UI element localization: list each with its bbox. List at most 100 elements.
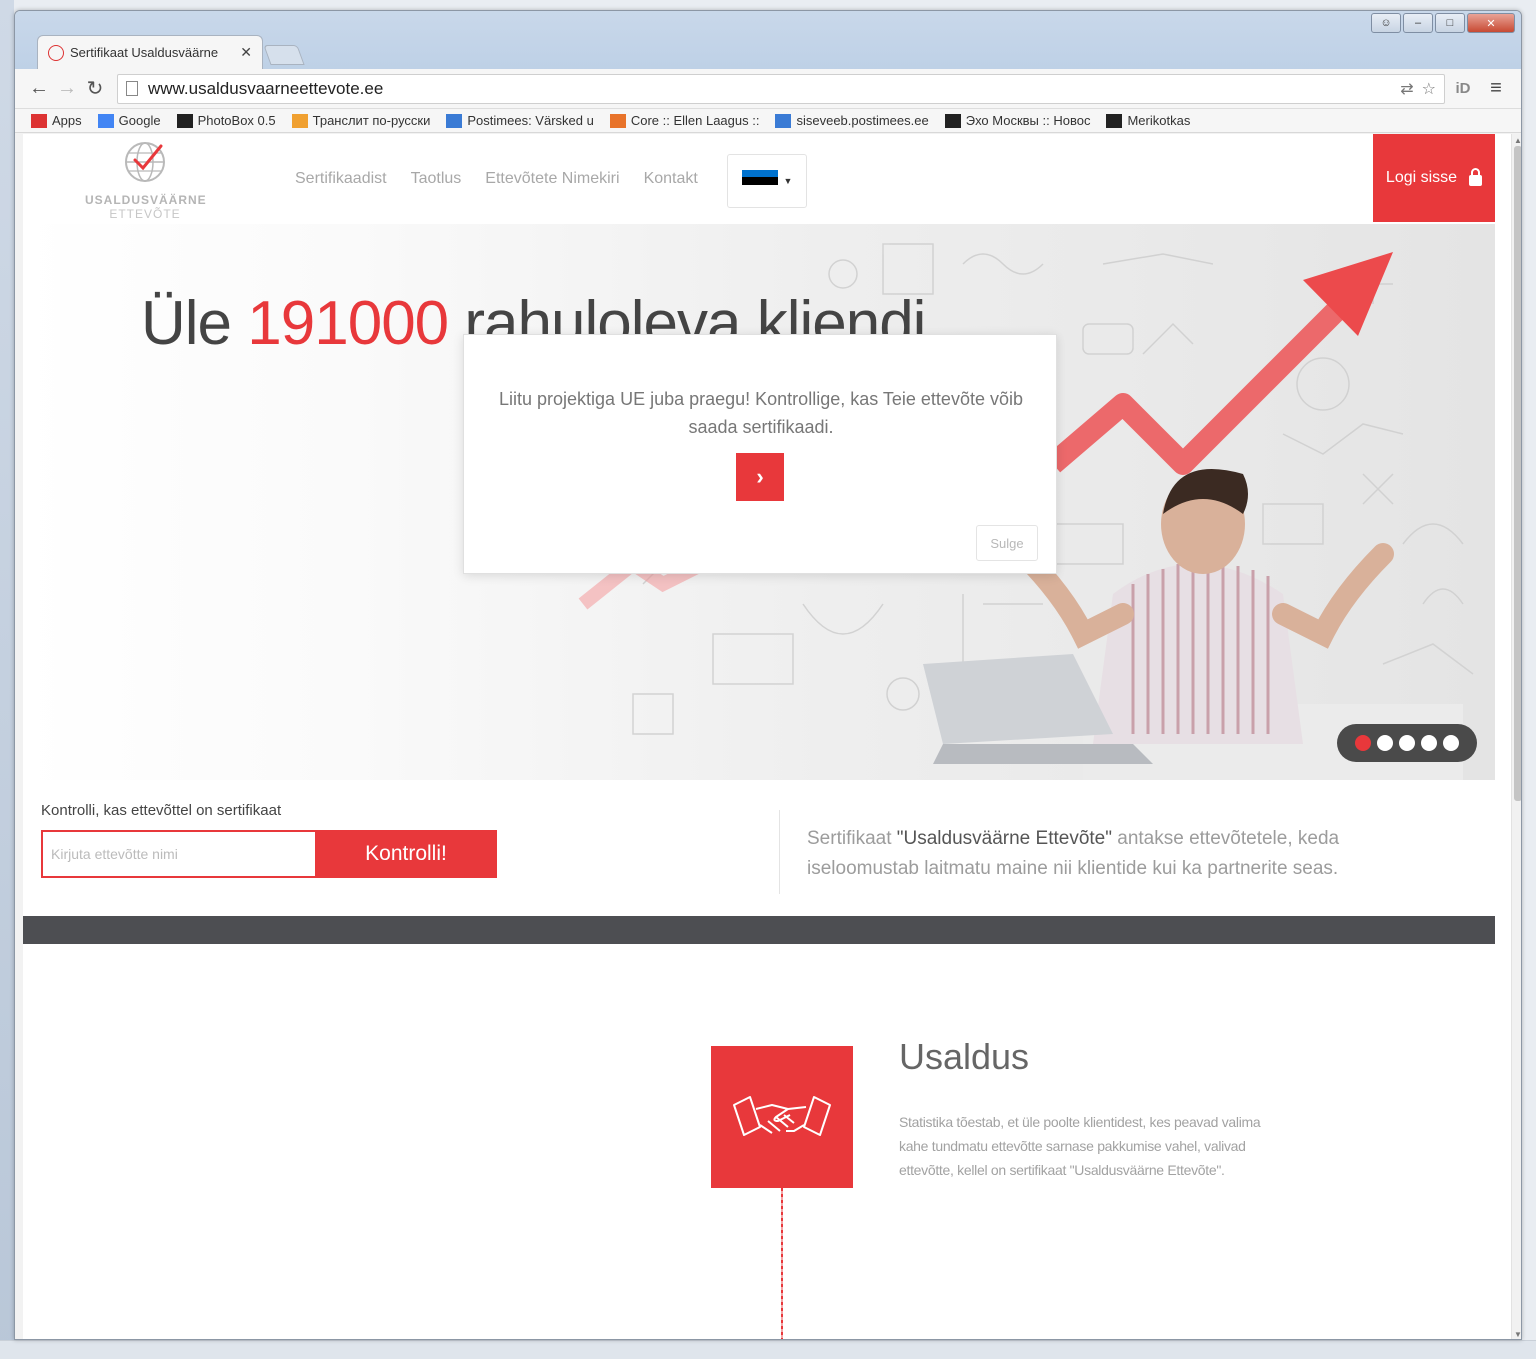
url-text: www.usaldusvaarneettevote.ee [148,78,384,98]
bookmark-label: Google [118,113,161,128]
main-nav: Sertifikaadist Taotlus Ettevõtete Nimeki… [295,170,698,188]
close-window-button[interactable]: ✕ [1467,13,1515,33]
slider-dot-2[interactable] [1377,735,1393,751]
bookmark-item[interactable]: Postimees: Värsked u [446,113,594,128]
bookmark-label: Merikotkas [1127,113,1191,128]
modal-message: Liitu projektiga UE juba praegu! Kontrol… [499,389,1023,437]
nav-kontakt[interactable]: Kontakt [644,170,698,188]
google-icon [97,113,114,128]
feature-text: Statistika tõestab, et üle poolte klient… [899,1114,1261,1178]
extension-id-icon[interactable]: iD [1445,80,1481,97]
bookmark-label: Эхо Москвы :: Новос [965,113,1091,128]
slider-pagination [1337,724,1477,762]
site-favicon-icon [48,44,64,61]
caret-down-icon: ▼ [783,176,793,186]
language-selector[interactable]: ▼ [727,154,807,208]
bookmark-item[interactable]: siseveeb.postimees.ee [775,113,929,128]
bookmark-label: PhotoBox 0.5 [197,113,276,128]
modal-close-button[interactable]: Sulge [976,525,1038,561]
check-label: Kontrolli, kas ettevõttel on sertifikaat [41,802,282,819]
flag-stripe [741,184,778,192]
slider-dot-4[interactable] [1421,735,1437,751]
bookmark-label: Транслит по-русски [312,113,431,128]
desktop-background [0,0,14,1359]
logo-line-1: USALDUSVÄÄRNE [85,193,207,207]
globe-check-icon [125,142,165,182]
forward-arrow-icon[interactable]: → [53,77,81,100]
timeline-line [781,1188,783,1339]
login-label: Logi sisse [1385,169,1458,186]
site-logo[interactable]: USALDUSVÄÄRNE ETTEVÕTE [85,140,207,221]
translate-icon[interactable]: ⇄ [1400,79,1413,99]
bookmark-item[interactable]: Merikotkas [1106,113,1190,128]
feature-icon-box [711,1046,853,1188]
slider-dot-5[interactable] [1443,735,1459,751]
nav-ettevotete-nimekiri[interactable]: Ettevõtete Nimekiri [485,170,619,188]
new-tab-button[interactable] [263,45,305,65]
menu-hamburger-icon[interactable]: ≡ [1481,77,1511,100]
site-header: USALDUSVÄÄRNE ETTEVÕTE Sertifikaadist Ta… [23,134,1511,224]
browser-toolbar: ← → ↻ www.usaldusvaarneettevote.ee ⇄ ☆ i… [15,69,1521,109]
nav-sertifikaadist[interactable]: Sertifikaadist [295,170,387,188]
logo-line-2: ETTEVÕTE [109,207,181,221]
page-icon [126,81,138,96]
lock-icon [1469,167,1483,186]
bookmark-item[interactable]: Google [97,113,161,128]
reload-icon[interactable]: ↻ [81,76,109,101]
address-bar[interactable]: www.usaldusvaarneettevote.ee ⇄ ☆ [117,73,1445,104]
bookmark-label: siseveeb.postimees.ee [796,113,929,128]
chevron-right-icon: › [756,464,764,489]
pm-icon [775,113,792,128]
cert-prefix: Sertifikaat [807,828,897,849]
bookmark-item[interactable]: Apps [31,113,82,128]
user-icon[interactable]: ☺ [1371,13,1401,33]
bookmark-item[interactable]: Эхо Москвы :: Новос [944,113,1091,128]
company-name-input[interactable]: Kirjuta ettevõtte nimi [41,830,315,878]
translit-icon [291,113,308,128]
certificate-description: Sertifikaat "Usaldusväärne Ettevõte" ant… [807,824,1447,884]
check-button[interactable]: Kontrolli! [315,830,497,878]
back-arrow-icon[interactable]: ← [25,77,53,100]
maximize-button[interactable]: □ [1435,13,1465,33]
echo-icon [944,113,961,128]
feature-title: Usaldus [899,1036,1030,1077]
bookmark-item[interactable]: Транслит по-русски [291,113,431,128]
page-viewport: USALDUSVÄÄRNE ETTEVÕTE Sertifikaadist Ta… [23,134,1511,1339]
pm-icon [446,113,463,128]
page-scrollbar[interactable]: ▲ ▼ [1511,134,1521,1339]
tab-title: Sertifikaat Usaldusväärne [70,45,219,60]
desktop-taskbar-edge [0,1340,1536,1359]
bookmark-item[interactable]: PhotoBox 0.5 [176,113,276,128]
browser-window: ☺ – □ ✕ Sertifikaat Usaldusväärne ✕ ← → … [14,10,1522,1340]
scrollbar-thumb[interactable] [1514,146,1521,801]
bookmark-label: Postimees: Värsked u [467,113,594,128]
section-divider [779,810,780,894]
eagle-icon [1106,113,1123,128]
scroll-down-icon[interactable]: ▼ [1512,1330,1521,1339]
photobox-icon [176,113,193,128]
window-controls: ☺ – □ ✕ [1371,13,1515,33]
tab-close-icon[interactable]: ✕ [240,44,252,61]
hero-title-prefix: Üle [141,289,248,358]
dark-separator-bar [23,916,1495,944]
modal-go-button[interactable]: › [736,453,784,501]
bookmark-label: Apps [52,113,82,128]
slider-dot-3[interactable] [1399,735,1415,751]
slider-dot-1[interactable] [1355,735,1371,751]
hero-title-number: 191000 [247,289,449,358]
handshake-icon [733,1096,831,1136]
flag-stripe [741,170,778,178]
core-icon [609,113,626,128]
scroll-up-icon[interactable]: ▲ [1512,136,1521,145]
login-button[interactable]: Logi sisse [1373,134,1495,222]
nav-taotlus[interactable]: Taotlus [411,170,462,188]
cert-name: "Usaldusväärne Ettevõte" [896,828,1112,849]
apps-grid-icon [31,113,47,128]
bookmark-star-icon[interactable]: ☆ [1422,79,1436,99]
bookmark-label: Core :: Ellen Laagus :: [630,113,760,128]
browser-tab[interactable]: Sertifikaat Usaldusväärne ✕ [37,35,263,69]
bookmark-item[interactable]: Core :: Ellen Laagus :: [609,113,760,128]
minimize-button[interactable]: – [1403,13,1433,33]
bookmarks-bar: Apps Google PhotoBox 0.5 Транслит по-русски… [15,109,1521,133]
estonian-flag-icon [741,170,778,192]
